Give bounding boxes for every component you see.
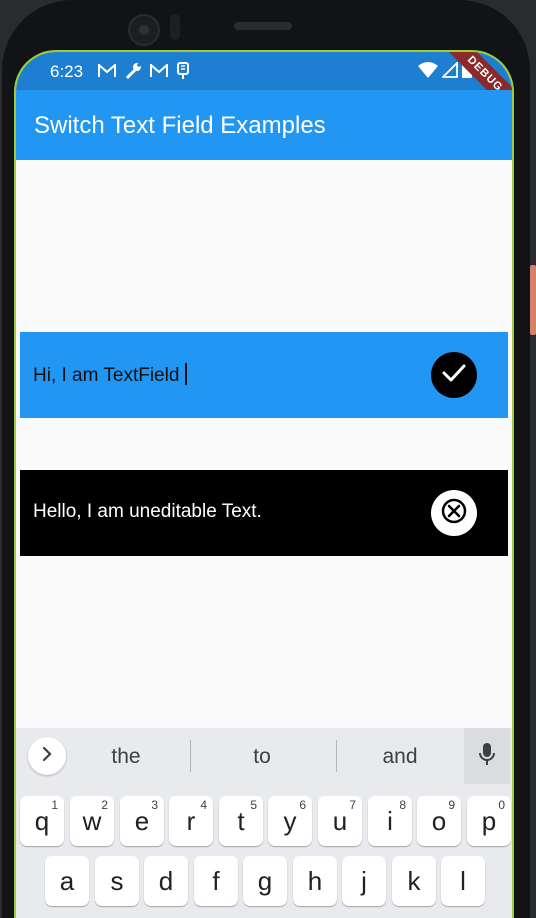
wifi-icon — [418, 61, 438, 83]
text-field-value: Hi, I am TextField — [33, 365, 180, 386]
key-j[interactable]: j — [342, 856, 386, 906]
key-a[interactable]: a — [45, 856, 89, 906]
power-button — [530, 265, 536, 335]
app-bar: Switch Text Field Examples — [16, 90, 512, 160]
screen: 6:23 DEBUG Switch Text Field Examples Hi… — [14, 50, 514, 918]
sensor — [170, 14, 180, 40]
close-circle-icon — [440, 497, 468, 530]
suggestion-3[interactable]: and — [340, 745, 460, 769]
key-w[interactable]: w2 — [70, 796, 114, 846]
suggestion-1[interactable]: the — [66, 745, 186, 769]
phone-frame: 6:23 DEBUG Switch Text Field Examples Hi… — [0, 0, 536, 918]
readonly-text: Hello, I am uneditable Text. — [33, 501, 262, 522]
chevron-right-icon — [41, 746, 53, 767]
key-g[interactable]: g — [243, 856, 287, 906]
voice-input-button[interactable] — [464, 728, 510, 784]
key-i[interactable]: i8 — [368, 796, 412, 846]
content-area: Hi, I am TextField Hello, I am uneditabl… — [16, 160, 512, 730]
signal-icon — [440, 60, 458, 83]
expand-toolbar-button[interactable] — [28, 737, 66, 775]
status-bar: 6:23 DEBUG — [16, 52, 512, 128]
text-field[interactable]: Hi, I am TextField — [33, 363, 188, 387]
key-u[interactable]: u7 — [318, 796, 362, 846]
status-time: 6:23 — [50, 62, 84, 81]
usb-icon — [176, 62, 190, 85]
text-cursor — [185, 363, 188, 385]
cancel-button[interactable] — [431, 490, 477, 536]
keyboard: the to and q1 w2 e3 r4 t5 y6 u7 i8 o9 p … — [16, 728, 512, 918]
key-h[interactable]: h — [293, 856, 337, 906]
key-k[interactable]: k — [392, 856, 436, 906]
key-q[interactable]: q1 — [20, 796, 64, 846]
suggestion-2[interactable]: to — [202, 745, 322, 769]
microphone-icon — [478, 742, 496, 771]
key-t[interactable]: t5 — [219, 796, 263, 846]
key-f[interactable]: f — [194, 856, 238, 906]
gmail-icon — [150, 62, 168, 83]
page-title: Switch Text Field Examples — [34, 112, 326, 139]
key-p[interactable]: p0 — [467, 796, 511, 846]
key-s[interactable]: s — [95, 856, 139, 906]
gmail-icon — [98, 62, 116, 83]
key-r[interactable]: r4 — [169, 796, 213, 846]
speaker-grille — [234, 22, 292, 30]
key-o[interactable]: o9 — [417, 796, 461, 846]
confirm-button[interactable] — [431, 352, 477, 398]
suggestion-bar: the to and — [16, 728, 512, 786]
editable-text-row: Hi, I am TextField — [20, 332, 508, 418]
key-y[interactable]: y6 — [268, 796, 312, 846]
divider — [190, 740, 191, 772]
wrench-icon — [124, 62, 142, 85]
readonly-text-row: Hello, I am uneditable Text. — [20, 470, 508, 556]
key-d[interactable]: d — [144, 856, 188, 906]
divider — [336, 740, 337, 772]
key-l[interactable]: l — [441, 856, 485, 906]
check-icon — [442, 363, 466, 388]
camera-icon — [128, 14, 160, 46]
key-e[interactable]: e3 — [120, 796, 164, 846]
